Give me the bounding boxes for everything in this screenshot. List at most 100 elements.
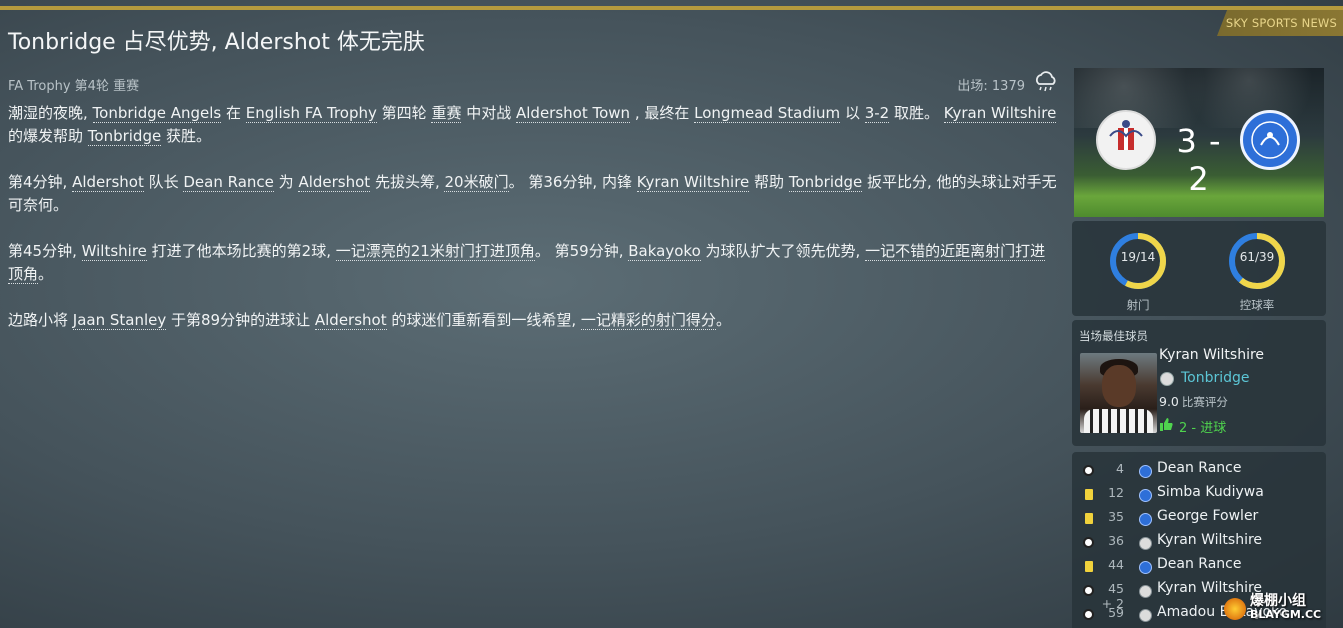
match-report: 潮湿的夜晚, Tonbridge Angels 在 English FA Tro… bbox=[8, 102, 1060, 355]
report-text: 的球迷们重新看到一线希望, bbox=[386, 311, 581, 329]
report-link[interactable]: Bakayoko bbox=[628, 242, 701, 261]
possession-stat[interactable]: 61/39 控球率 bbox=[1225, 229, 1289, 313]
rating-label: 比赛评分 bbox=[1181, 395, 1228, 409]
football-icon bbox=[1083, 537, 1094, 548]
report-text: 以 bbox=[840, 104, 865, 122]
final-score: 3 - 2 bbox=[1176, 122, 1222, 198]
report-text: 打进了他本场比赛的第2球, bbox=[146, 242, 336, 260]
report-text: 第四轮 bbox=[376, 104, 432, 122]
player-photo[interactable] bbox=[1080, 353, 1157, 433]
report-paragraph-2: 第4分钟, Aldershot 队长 Dean Rance 为 Aldersho… bbox=[8, 171, 1060, 217]
aldershot-badge-icon bbox=[1139, 489, 1152, 502]
report-text: 。 bbox=[715, 311, 731, 329]
report-text: 先拔头筹, bbox=[370, 173, 445, 191]
report-text: 。 第36分钟, 内锋 bbox=[508, 173, 637, 191]
event-player-name[interactable]: George Fowler bbox=[1157, 508, 1258, 524]
report-link[interactable]: 一记漂亮的21米射门打进顶角 bbox=[335, 242, 535, 261]
event-player-name[interactable]: Dean Rance bbox=[1157, 460, 1241, 476]
shots-stat[interactable]: 19/14 射门 bbox=[1106, 229, 1170, 313]
shots-label: 射门 bbox=[1126, 298, 1150, 312]
yellow-card-icon bbox=[1085, 561, 1093, 572]
motm-title: 当场最佳球员 bbox=[1079, 329, 1148, 343]
report-link[interactable]: Jaan Stanley bbox=[72, 311, 167, 330]
shots-value: 19/14 bbox=[1120, 250, 1156, 264]
report-text: 第45分钟, bbox=[8, 242, 82, 260]
news-source-tag: SKY SPORTS NEWS bbox=[1217, 10, 1343, 36]
report-text: 取胜。 bbox=[889, 104, 944, 122]
report-link[interactable]: Tonbridge bbox=[87, 127, 162, 146]
report-text: 的爆发帮助 bbox=[8, 127, 88, 145]
event-row[interactable]: 35 George Fowler bbox=[1072, 507, 1326, 531]
event-player-name[interactable]: Kyran Wiltshire bbox=[1157, 532, 1262, 548]
event-row[interactable]: 4 Dean Rance bbox=[1072, 459, 1326, 483]
report-link[interactable]: 重赛 bbox=[431, 104, 462, 123]
event-minute: 59 bbox=[1108, 605, 1124, 620]
yellow-card-icon bbox=[1085, 513, 1093, 524]
report-paragraph-4: 边路小将 Jaan Stanley 于第89分钟的进球让 Aldershot 的… bbox=[8, 309, 1060, 332]
possession-value: 61/39 bbox=[1239, 250, 1275, 264]
report-link[interactable]: 3-2 bbox=[864, 104, 890, 123]
report-link[interactable]: Kyran Wiltshire bbox=[636, 173, 750, 192]
aldershot-badge-icon bbox=[1139, 465, 1152, 478]
match-stats-panel: 19/14 射门 61/39 控球率 bbox=[1072, 221, 1326, 316]
report-link[interactable]: Aldershot bbox=[72, 173, 144, 192]
event-minute: 12 bbox=[1108, 485, 1124, 500]
report-link[interactable]: 一记精彩的射门得分 bbox=[580, 311, 716, 330]
report-link[interactable]: Tonbridge bbox=[788, 173, 863, 192]
report-text: 。 第59分钟, bbox=[534, 242, 629, 260]
report-text: 边路小将 bbox=[8, 311, 73, 329]
aldershot-badge-icon bbox=[1139, 561, 1152, 574]
report-link[interactable]: Kyran Wiltshire bbox=[943, 104, 1057, 123]
report-link[interactable]: 20米破门 bbox=[444, 173, 509, 192]
thumbs-up-icon bbox=[1160, 418, 1173, 431]
player-of-the-match-panel: 当场最佳球员 Kyran Wiltshire Tonbridge 9.0 比赛评分… bbox=[1072, 320, 1326, 446]
event-player-name[interactable]: Dean Rance bbox=[1157, 556, 1241, 572]
aldershot-crest-icon[interactable] bbox=[1240, 110, 1300, 170]
event-row[interactable]: 12 Simba Kudiywa bbox=[1072, 483, 1326, 507]
rain-cloud-icon bbox=[1036, 71, 1056, 92]
event-minute: 35 bbox=[1108, 509, 1124, 524]
watermark-text: 爆棚小组 bbox=[1250, 593, 1306, 609]
report-text: , 最终在 bbox=[630, 104, 695, 122]
event-minute: 36 bbox=[1108, 533, 1124, 548]
report-text: 队长 bbox=[143, 173, 184, 191]
tonbridge-badge-icon bbox=[1139, 585, 1152, 598]
event-row[interactable]: 36 Kyran Wiltshire bbox=[1072, 531, 1326, 555]
site-watermark: 爆棚小组 BLAYGM.CC bbox=[1220, 590, 1340, 622]
motm-club-link[interactable]: Tonbridge bbox=[1181, 370, 1250, 386]
report-link[interactable]: Dean Rance bbox=[183, 173, 274, 192]
report-link[interactable]: Longmead Stadium bbox=[694, 104, 841, 123]
report-link[interactable]: Aldershot bbox=[314, 311, 387, 330]
report-link[interactable]: Aldershot Town bbox=[516, 104, 631, 123]
tonbridge-badge-icon bbox=[1160, 372, 1174, 386]
tonbridge-badge-icon bbox=[1139, 609, 1152, 622]
watermark-logo-icon bbox=[1224, 598, 1246, 620]
report-link[interactable]: English FA Trophy bbox=[245, 104, 377, 123]
possession-label: 控球率 bbox=[1239, 298, 1275, 312]
tonbridge-crest-icon[interactable] bbox=[1096, 110, 1156, 170]
event-row[interactable]: 44 Dean Rance bbox=[1072, 555, 1326, 579]
event-player-name[interactable]: Simba Kudiywa bbox=[1157, 484, 1264, 500]
report-link[interactable]: Tonbridge Angels bbox=[92, 104, 222, 123]
football-icon bbox=[1083, 465, 1094, 476]
report-link[interactable]: Aldershot bbox=[298, 173, 371, 192]
event-minute: 4 bbox=[1116, 461, 1124, 476]
watermark-subtext: BLAYGM.CC bbox=[1250, 608, 1322, 621]
report-text: 第4分钟, bbox=[8, 173, 73, 191]
rating-value: 9.0 bbox=[1159, 394, 1179, 409]
report-text: 为 bbox=[273, 173, 299, 191]
report-text: 在 bbox=[221, 104, 246, 122]
report-text: 于第89分钟的进球让 bbox=[166, 311, 315, 329]
football-icon bbox=[1083, 585, 1094, 596]
report-link[interactable]: Wiltshire bbox=[81, 242, 147, 261]
report-text: 为球队扩大了领先优势, bbox=[700, 242, 866, 260]
competition-label[interactable]: FA Trophy 第4轮 重赛 bbox=[8, 75, 139, 94]
score-panel[interactable]: 3 - 2 bbox=[1074, 68, 1324, 217]
news-headline: Tonbridge 占尽优势, Aldershot 体无完肤 bbox=[8, 30, 425, 55]
report-text: 帮助 bbox=[749, 173, 789, 191]
report-paragraph-1: 潮湿的夜晚, Tonbridge Angels 在 English FA Tro… bbox=[8, 102, 1060, 148]
report-text: 。 bbox=[38, 265, 54, 283]
report-text: 中对战 bbox=[461, 104, 516, 122]
motm-player-name[interactable]: Kyran Wiltshire bbox=[1159, 347, 1264, 363]
report-text: 获胜。 bbox=[161, 127, 211, 145]
